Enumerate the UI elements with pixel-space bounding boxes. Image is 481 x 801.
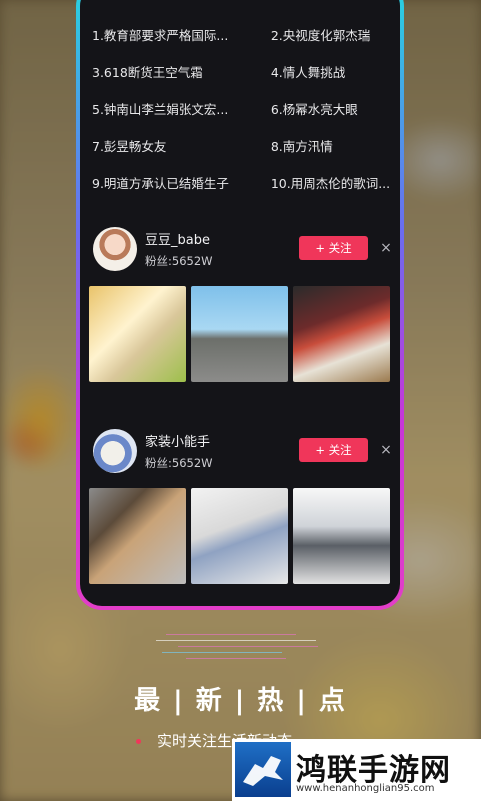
- hot-topic-link[interactable]: 1.教育部要求严格国际...: [92, 25, 271, 44]
- decorative-lines: [156, 632, 328, 662]
- recommended-user-card: 家装小能手 粉丝:5652W + 关注 ×: [89, 427, 395, 584]
- list-item: 5.钟南山李兰娟张文宏... 6.杨幂水亮大眼: [92, 90, 392, 127]
- hot-topic-link[interactable]: 7.彭昱畅女友: [92, 136, 271, 155]
- hot-topic-link[interactable]: 6.杨幂水亮大眼: [271, 99, 392, 118]
- username[interactable]: 家装小能手: [145, 431, 210, 450]
- video-thumbnail[interactable]: [89, 286, 186, 382]
- video-thumbnail[interactable]: [293, 488, 390, 584]
- list-item: 3.618断货王空气霜 4.情人舞挑战: [92, 53, 392, 90]
- follow-button[interactable]: + 关注: [299, 438, 368, 462]
- hot-topic-link[interactable]: 5.钟南山李兰娟张文宏...: [92, 99, 271, 118]
- feature-headline: 最 | 新 | 热 | 点: [134, 686, 347, 716]
- hot-topic-link[interactable]: 3.618断货王空气霜: [92, 62, 271, 81]
- video-thumbnails: [89, 286, 395, 382]
- horse-logo-icon: [235, 742, 291, 797]
- video-thumbnail[interactable]: [191, 488, 288, 584]
- list-item: 7.彭昱畅女友 8.南方汛情: [92, 127, 392, 164]
- follower-count: 粉丝:5652W: [145, 456, 213, 470]
- follow-button[interactable]: + 关注: [299, 236, 368, 260]
- phone-frame: 1.教育部要求严格国际... 2.央视度化郭杰瑞 3.618断货王空气霜 4.情…: [76, 0, 404, 610]
- list-item: 9.明道方承认已结婚生子 10.用周杰伦的歌词...: [92, 164, 392, 201]
- site-watermark: 鸿联手游网 www.henanhonglian95.com: [232, 739, 481, 801]
- hot-topic-link[interactable]: 9.明道方承认已结婚生子: [92, 173, 271, 192]
- video-thumbnail[interactable]: [89, 488, 186, 584]
- recommended-user-card: 豆豆_babe 粉丝:5652W + 关注 ×: [89, 225, 395, 382]
- hot-topic-link[interactable]: 8.南方汛情: [271, 136, 392, 155]
- hot-topic-link[interactable]: 2.央视度化郭杰瑞: [271, 25, 392, 44]
- close-icon[interactable]: ×: [379, 438, 393, 462]
- phone-screen: 1.教育部要求严格国际... 2.央视度化郭杰瑞 3.618断货王空气霜 4.情…: [80, 0, 400, 606]
- user-header: 家装小能手 粉丝:5652W + 关注 ×: [89, 427, 395, 479]
- avatar[interactable]: [93, 429, 137, 473]
- hot-topics-list: 1.教育部要求严格国际... 2.央视度化郭杰瑞 3.618断货王空气霜 4.情…: [92, 16, 392, 201]
- watermark-url: www.henanhonglian95.com: [296, 783, 435, 794]
- video-thumbnail[interactable]: [191, 286, 288, 382]
- video-thumbnail[interactable]: [293, 286, 390, 382]
- avatar[interactable]: [93, 227, 137, 271]
- hot-topic-link[interactable]: 10.用周杰伦的歌词...: [271, 173, 392, 192]
- follower-count: 粉丝:5652W: [145, 254, 213, 268]
- bullet-dot-icon: [136, 739, 141, 744]
- username[interactable]: 豆豆_babe: [145, 229, 210, 248]
- video-thumbnails: [89, 488, 395, 584]
- user-header: 豆豆_babe 粉丝:5652W + 关注 ×: [89, 225, 395, 277]
- list-item: 1.教育部要求严格国际... 2.央视度化郭杰瑞: [92, 16, 392, 53]
- hot-topic-link[interactable]: 4.情人舞挑战: [271, 62, 392, 81]
- close-icon[interactable]: ×: [379, 236, 393, 260]
